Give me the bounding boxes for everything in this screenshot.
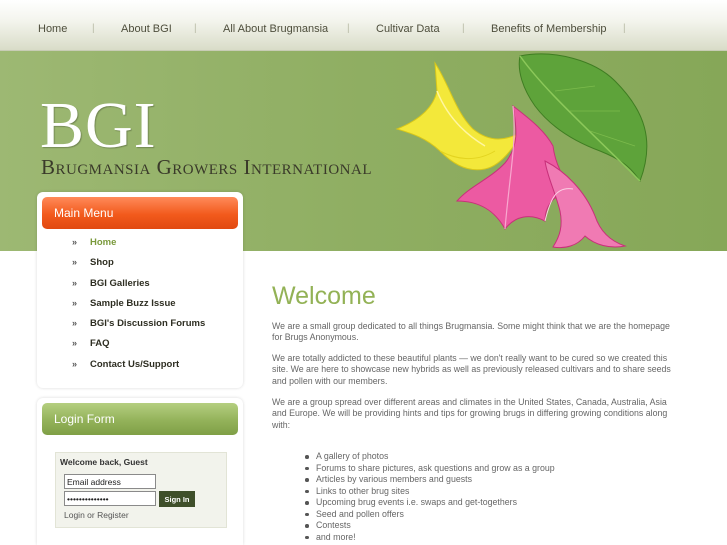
list-item: Articles by various members and guests [305,474,555,486]
double-chevron-right-icon: » [72,338,78,349]
list-item: Upcoming brug events i.e. swaps and get-… [305,497,555,509]
welcome-back-text: Welcome back, Guest [60,457,148,467]
list-item: Contests [305,520,555,532]
menu-item-label[interactable]: Sample Buzz Issue [90,298,176,309]
nav-cultivar-data[interactable]: Cultivar Data [376,23,440,35]
menu-item-label[interactable]: FAQ [90,338,110,349]
menu-item-discussion-forums[interactable]: » BGI's Discussion Forums [37,317,243,337]
menu-item-faq[interactable]: » FAQ [37,337,243,357]
main-menu-panel: Main Menu » Home » Shop » BGI Galleries … [37,192,243,388]
addicted-paragraph: We are totally addicted to these beautif… [272,353,671,386]
brugmansia-flowers-image [395,53,648,249]
site-subtitle: Brugmansia Growers International [41,155,372,179]
double-chevron-right-icon: » [72,297,78,308]
nav-separator: | [92,23,95,34]
menu-item-label[interactable]: BGI Galleries [90,278,150,289]
menu-item-bgi-galleries[interactable]: » BGI Galleries [37,277,243,297]
password-field[interactable] [64,491,156,506]
nav-benefits-of-membership[interactable]: Benefits of Membership [491,23,607,35]
nav-about-bgi[interactable]: About BGI [121,23,172,35]
nav-all-about-brugmansia[interactable]: All About Brugmansia [223,23,328,35]
nav-separator: | [623,23,626,34]
login-form-title: Login Form [42,403,238,435]
nav-separator: | [347,23,350,34]
list-item: Forums to share pictures, ask questions … [305,463,555,475]
login-form-panel: Login Form Welcome back, Guest Sign In L… [37,398,243,545]
menu-item-home[interactable]: » Home [37,236,243,256]
main-menu-title: Main Menu [42,197,238,229]
intro-paragraph: We are a small group dedicated to all th… [272,321,670,343]
page-title: Welcome [272,282,376,310]
nav-home[interactable]: Home [38,23,67,35]
list-item: Seed and pollen offers [305,509,555,521]
main-menu-list: » Home » Shop » BGI Galleries » Sample B… [37,236,243,378]
menu-item-sample-buzz-issue[interactable]: » Sample Buzz Issue [37,297,243,317]
list-item: Links to other brug sites [305,486,555,498]
double-chevron-right-icon: » [72,257,78,268]
site-logo[interactable]: BGI [40,93,157,159]
double-chevron-right-icon: » [72,237,78,247]
email-field[interactable] [64,474,156,489]
menu-item-shop[interactable]: » Shop [37,256,243,276]
double-chevron-right-icon: » [72,277,78,288]
menu-item-label[interactable]: Contact Us/Support [90,359,179,370]
menu-item-label[interactable]: BGI's Discussion Forums [90,318,205,329]
sign-in-button[interactable]: Sign In [159,491,195,507]
login-register-links[interactable]: Login or Register [64,510,129,520]
menu-item-contact-us[interactable]: » Contact Us/Support [37,358,243,378]
menu-item-label[interactable]: Shop [90,257,114,268]
top-navigation: Home | About BGI | All About Brugmansia … [0,0,727,51]
double-chevron-right-icon: » [72,358,78,369]
nav-separator: | [462,23,465,34]
list-item: A gallery of photos [305,451,555,463]
double-chevron-right-icon: » [72,318,78,329]
list-item: and more! [305,532,555,544]
group-paragraph: We are a group spread over different are… [272,397,668,430]
nav-separator: | [194,23,197,34]
login-form: Welcome back, Guest Sign In Login or Reg… [55,452,227,528]
menu-item-label[interactable]: Home [90,237,116,248]
features-list: A gallery of photos Forums to share pict… [305,451,555,543]
